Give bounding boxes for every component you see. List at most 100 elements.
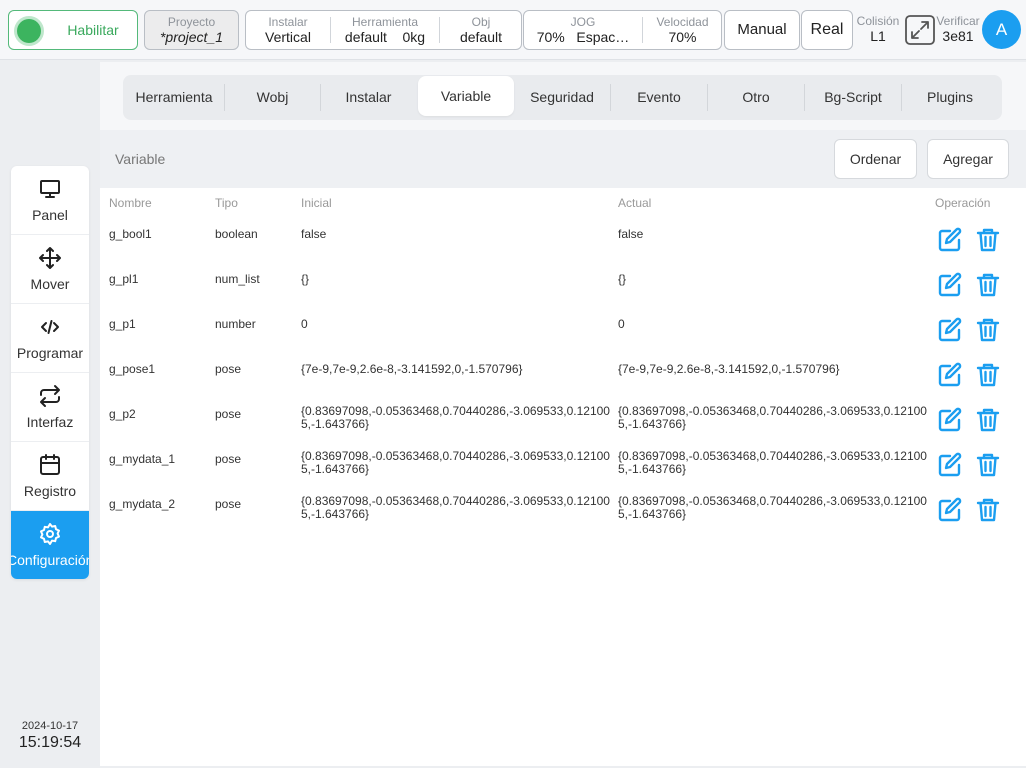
manual-mode-button[interactable]: Manual [724,10,800,50]
jog-mode: Espac… [576,29,630,45]
row-actions [936,406,1006,434]
sidebar-item-label: Programar [16,345,84,361]
trash-icon[interactable] [974,496,1002,524]
tab-event[interactable]: Evento [611,75,707,120]
tab-plugins[interactable]: Plugins [902,75,998,120]
trash-icon[interactable] [974,361,1002,389]
edit-icon[interactable] [936,271,964,299]
trash-icon[interactable] [974,271,1002,299]
trash-icon[interactable] [974,226,1002,254]
tabs-bar: Herramienta Wobj Instalar Variable Segur… [100,62,1026,130]
install-label: Instalar [268,15,308,29]
trash-icon[interactable] [974,406,1002,434]
sidebar-item-move[interactable]: Mover [11,235,89,304]
column-header-name: Nombre [109,196,152,210]
variables-table: Nombre Tipo Inicial Actual Operación g_b… [100,188,1026,533]
table-row: g_p2 pose {0.83697098,-0.05363468,0.704402… [100,398,1026,443]
variable-initial: {7e-9,7e-9,2.6e-8,-3.141592,0,-1.570796} [301,362,523,376]
variable-type: pose [215,497,242,511]
edit-icon[interactable] [936,451,964,479]
row-actions [936,316,1006,344]
variable-initial: {} [301,272,310,286]
edit-icon[interactable] [936,496,964,524]
sidebar-item-label: Panel [32,207,68,223]
section-title: Variable [115,151,166,167]
table-row: g_pl1 num_list {} {} [100,263,1026,308]
main-content: Herramienta Wobj Instalar Variable Segur… [100,62,1026,766]
variable-type: pose [215,407,242,421]
sidebar-item-label: Registro [23,483,77,499]
edit-icon[interactable] [936,361,964,389]
obj-segment[interactable]: Obj default [440,11,522,49]
project-field[interactable]: Proyecto *project_1 [144,10,239,50]
tab-variable[interactable]: Variable [418,76,514,116]
expand-icon[interactable] [904,14,936,46]
settings-tabs: Herramienta Wobj Instalar Variable Segur… [123,75,1002,120]
gear-icon [38,522,62,546]
real-label: Real [810,21,844,38]
column-header-actual: Actual [618,196,652,210]
obj-value: default [459,29,503,45]
table-header: Nombre Tipo Inicial Actual Operación [100,188,1026,218]
collision-label: Colisión [856,14,900,28]
row-actions [936,496,1006,524]
trash-icon[interactable] [974,316,1002,344]
variable-type: number [215,317,256,331]
variable-initial: {0.83697098,-0.05363468,0.70440286,-3.06… [301,494,610,521]
project-label: Proyecto [167,15,216,29]
install-segment[interactable]: Instalar Vertical [246,11,330,49]
tool-value: default 0kg [331,29,439,46]
sidebar-item-settings[interactable]: Configuración [11,511,89,579]
tab-other[interactable]: Otro [708,75,804,120]
edit-icon[interactable] [936,226,964,254]
jog-percent: 70% [536,29,565,45]
sort-button[interactable]: Ordenar [834,139,917,179]
real-mode-button[interactable]: Real [801,10,853,50]
tab-tool[interactable]: Herramienta [123,75,225,120]
current-date: 2024-10-17 [21,720,79,732]
table-row: g_mydata_2 pose {0.83697098,-0.05363468,0.… [100,488,1026,533]
tab-install[interactable]: Instalar [321,75,416,120]
sidebar-item-panel[interactable]: Panel [11,166,89,235]
tab-wobj[interactable]: Wobj [225,75,320,120]
verify-value: 3e81 [942,28,974,44]
top-status-bar: Habilitar Proyecto *project_1 Instalar V… [0,0,1026,60]
sidebar-item-label: Interfaz [26,414,74,430]
user-avatar[interactable]: A [982,10,1021,49]
row-actions [936,226,1006,254]
jog-speed-panel[interactable]: JOG 70% Espac… Velocidad 70% [523,10,722,50]
install-value: Vertical [265,29,311,45]
tab-bg-script[interactable]: Bg-Script [805,75,901,120]
variable-initial: false [301,227,327,241]
edit-icon[interactable] [936,406,964,434]
enable-button[interactable]: Habilitar [8,10,138,50]
variable-actual: {0.83697098,-0.05363468,0.70440286,-3.06… [618,449,927,476]
variable-type: pose [215,362,242,376]
speed-label: Velocidad [656,15,709,29]
variable-name: g_mydata_2 [109,497,176,511]
sidebar-nav: Panel Mover Programar Interfaz Registro … [11,166,89,579]
install-tool-obj-panel[interactable]: Instalar Vertical Herramienta default 0k… [245,10,522,50]
sidebar-item-program[interactable]: Programar [11,304,89,373]
tab-security[interactable]: Seguridad [514,75,610,120]
variable-actual: {0.83697098,-0.05363468,0.70440286,-3.06… [618,494,927,521]
sidebar-item-log[interactable]: Registro [11,442,89,511]
speed-segment[interactable]: Velocidad 70% [643,11,722,49]
variable-type: boolean [215,227,258,241]
collision-indicator[interactable]: Colisión L1 [856,12,900,45]
sidebar-item-interface[interactable]: Interfaz [11,373,89,442]
add-variable-button[interactable]: Agregar [927,139,1009,179]
column-header-type: Tipo [215,196,238,210]
enable-label: Habilitar [67,22,119,38]
trash-icon[interactable] [974,451,1002,479]
variable-name: g_pl1 [109,272,139,286]
verify-label: Verificar [936,14,980,28]
swap-arrows-icon [38,384,62,408]
jog-segment[interactable]: JOG 70% Espac… [524,11,642,49]
edit-icon[interactable] [936,316,964,344]
jog-label: JOG [570,15,596,29]
monitor-icon [38,177,62,201]
verify-indicator[interactable]: Verificar 3e81 [934,12,982,45]
tool-segment[interactable]: Herramienta default 0kg [331,11,439,49]
jog-value: 70% Espac… [524,29,642,46]
